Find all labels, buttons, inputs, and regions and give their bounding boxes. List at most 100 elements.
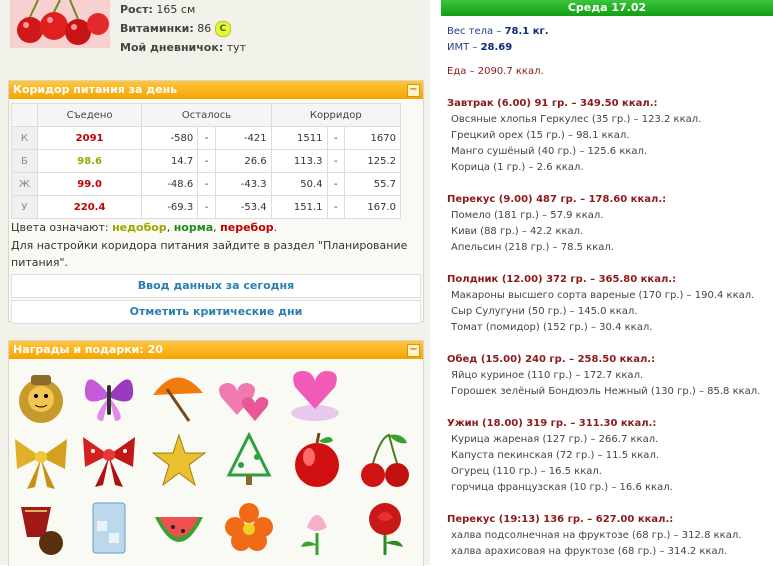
table-row: Ж 99.0 -48.6- -43.3 50.4-55.7 <box>11 172 401 196</box>
table-row: У 220.4 -69.3- -53.4 151.1-167.0 <box>11 195 401 219</box>
corridor-title: Коридор питания за день <box>13 83 178 96</box>
corridor-min: 113.3 <box>270 149 328 173</box>
hearts-icon[interactable] <box>215 365 275 425</box>
remaining-max: -53.4 <box>214 195 272 219</box>
apple-icon[interactable] <box>287 431 347 491</box>
meal-item: халва подсолнечная на фруктозе (68 гр.) … <box>451 530 742 541</box>
remaining-min: 14.7 <box>141 149 199 173</box>
candy-icon[interactable] <box>11 497 71 557</box>
vitamin-c-icon: C <box>214 21 231 37</box>
meal-item: Горошек зелёный Бондюэль Нежный (130 гр.… <box>451 386 761 397</box>
food-total: Еда – 2090.7 ккал. <box>447 66 544 77</box>
row-label: К <box>11 126 38 150</box>
meal-item: Помело (181 гр.) – 57.9 ккал. <box>451 210 604 221</box>
meal-item: горчица французская (10 гр.) – 16.6 ккал… <box>451 482 673 493</box>
meals-list: Завтрак (6.00) 91 гр. – 349.50 ккал.: Овс… <box>441 80 773 560</box>
remaining-min: -69.3 <box>141 195 199 219</box>
dash: - <box>197 126 216 150</box>
meal-item: Овсяные хлопья Геркулес (35 гр.) – 123.2… <box>451 114 702 125</box>
weight-label: Вес тела – <box>447 26 502 37</box>
watermelon-icon[interactable] <box>149 497 209 557</box>
mark-critical-days-link[interactable]: Отметить критические дни <box>11 300 421 324</box>
header-eaten: Съедено <box>36 103 143 127</box>
cherries-avatar-icon <box>10 0 110 48</box>
remaining-min: -580 <box>141 126 199 150</box>
legend-sep: , <box>213 221 217 234</box>
rose-icon[interactable] <box>355 497 415 557</box>
meal-item: Курица жареная (127 гр.) – 266.7 ккал. <box>451 434 659 445</box>
avatar[interactable] <box>10 0 110 48</box>
legend-norm: норма <box>173 221 214 234</box>
lion-icon[interactable] <box>11 367 71 427</box>
meal-item: Яйцо куриное (110 гр.) – 172.7 ккал. <box>451 370 644 381</box>
diary-link[interactable]: тут <box>227 41 246 54</box>
meal-title: Перекус (9.00) 487 гр. – 178.60 ккал.: <box>447 194 667 205</box>
remaining-max: -43.3 <box>214 172 272 196</box>
eaten-value: 220.4 <box>36 195 143 219</box>
corridor-table: Съедено Осталось Корридор К 2091 -580- -421… <box>11 103 402 219</box>
meal-title: Завтрак (6.00) 91 гр. – 349.50 ккал.: <box>447 98 658 109</box>
glass-icon[interactable] <box>79 497 139 557</box>
meal-title: Ужин (18.00) 319 гр. – 311.30 ккал.: <box>447 418 657 429</box>
umbrella-icon[interactable] <box>147 365 207 425</box>
cherries-icon[interactable] <box>355 431 415 491</box>
body-weight: Вес тела – 78.1 кг. <box>441 24 773 40</box>
legend-end: . <box>273 221 278 234</box>
meal-item: Грецкий орех (15 гр.) – 98.1 ккал. <box>451 130 630 141</box>
corridor-min: 50.4 <box>270 172 328 196</box>
meal-title: Перекус (19:13) 136 гр. – 627.00 ккал.: <box>447 514 674 525</box>
legend-under: недобор <box>112 221 167 234</box>
enter-today-data-link[interactable]: Ввод данных за сегодня <box>11 274 421 298</box>
remaining-max: 26.6 <box>214 149 272 173</box>
butterfly-icon[interactable] <box>79 365 139 425</box>
awards-grid <box>9 359 423 564</box>
legend-sep: , <box>166 221 171 234</box>
corridor-hint: Для настройки коридора питания зайдите в… <box>11 239 408 269</box>
eaten-value: 2091 <box>36 126 143 150</box>
tulip-icon[interactable] <box>287 497 347 557</box>
header-corridor: Корридор <box>270 103 402 127</box>
flower-icon[interactable] <box>219 497 279 557</box>
bmi-label: ИМТ – <box>447 42 478 53</box>
heart-cloud-icon[interactable] <box>285 365 345 425</box>
meal-item: Огурец (110 гр.) – 16.5 ккал. <box>451 466 602 477</box>
corridor-max: 1670 <box>344 126 401 150</box>
row-label: У <box>11 195 38 219</box>
dash: - <box>197 172 216 196</box>
height-value: 165 см <box>156 3 196 16</box>
corridor-panel-header: Коридор питания за день − <box>9 81 423 99</box>
dash: - <box>327 195 345 219</box>
star-icon[interactable] <box>149 431 209 491</box>
row-label: Б <box>11 149 38 173</box>
corridor-min: 1511 <box>270 126 328 150</box>
profile-info: Рост: 165 см Витаминки: 86 C Мой дневнич… <box>120 0 246 57</box>
bow-red-icon[interactable] <box>79 431 139 491</box>
legend-over: перебор <box>220 221 274 234</box>
dash: - <box>327 172 345 196</box>
meal-item: Сыр Сулугуни (50 гр.) – 145.0 ккал. <box>451 306 638 317</box>
vitamins-value: 86 <box>197 22 212 35</box>
bow-gold-icon[interactable] <box>11 431 71 491</box>
collapse-corridor-button[interactable]: − <box>407 84 420 97</box>
dash: - <box>327 149 345 173</box>
awards-panel: Награды и подарки: 20 − <box>8 340 424 566</box>
corridor-min: 151.1 <box>270 195 328 219</box>
meal-item: Апельсин (218 гр.) – 78.5 ккал. <box>451 242 614 253</box>
christmas-tree-icon[interactable] <box>219 431 279 491</box>
meal-title: Полдник (12.00) 372 гр. – 365.80 ккал.: <box>447 274 677 285</box>
corridor-max: 55.7 <box>344 172 401 196</box>
corridor-max: 125.2 <box>344 149 401 173</box>
awards-panel-header: Награды и подарки: 20 − <box>9 341 423 359</box>
bmi: ИМТ – 28.69 <box>441 40 773 56</box>
diary-label: Мой дневничок: <box>120 41 224 54</box>
vitamins-label: Витаминки: <box>120 22 194 35</box>
height-label: Рост: <box>120 3 153 16</box>
remaining-min: -48.6 <box>141 172 199 196</box>
collapse-awards-button[interactable]: − <box>407 344 420 357</box>
